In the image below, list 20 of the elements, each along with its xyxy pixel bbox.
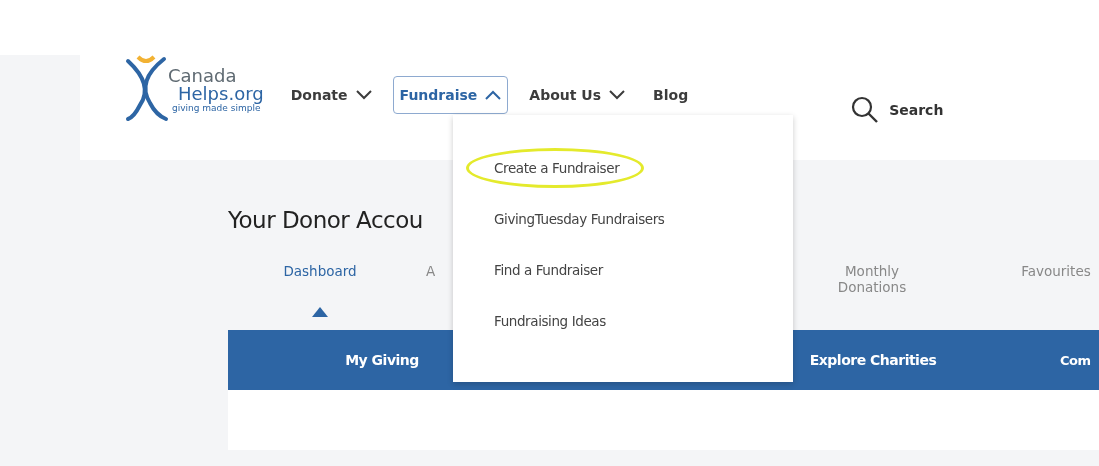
nav-menu-item[interactable]: Donate (283, 76, 379, 114)
logo-text: Helps.org (178, 85, 264, 103)
pointer-icon (312, 307, 328, 317)
search-button[interactable]: Search (845, 95, 950, 125)
sub-navigation-link[interactable]: Com (1010, 352, 1099, 368)
nav-menu-item[interactable]: About Us (522, 76, 633, 114)
chevron-icon (355, 90, 372, 100)
dropdown-menu-item[interactable]: GivingTuesday Fundraisers (466, 199, 690, 239)
search-icon (851, 96, 880, 124)
dropdown-menu-item[interactable]: Fundraising Ideas (466, 301, 631, 341)
logo-tagline: giving made simple (172, 104, 261, 113)
dropdown-menu-item[interactable]: Find a Fundraiser (466, 250, 628, 290)
page-title: Your Donor Accou (228, 207, 423, 233)
chevron-icon (485, 90, 502, 100)
logo-text: Canada (168, 67, 238, 85)
nav-menu-item[interactable]: Fundraise (392, 76, 509, 114)
chevron-icon (609, 90, 626, 100)
account-tab[interactable]: Dashboard (260, 263, 380, 330)
dropdown-menu-item[interactable]: Create a Fundraiser (466, 148, 645, 188)
nav-menu-item[interactable]: Blog (646, 76, 696, 114)
